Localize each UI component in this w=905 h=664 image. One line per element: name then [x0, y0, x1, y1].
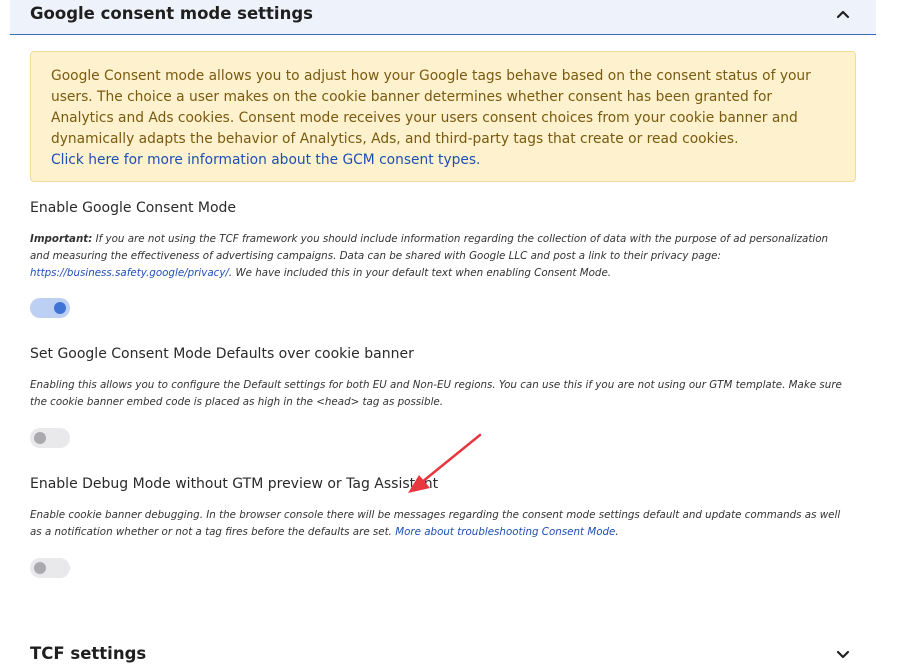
toggle-knob	[54, 302, 66, 314]
enable-consent-mode-title: Enable Google Consent Mode	[30, 200, 237, 216]
important-label: Important:	[30, 233, 93, 245]
enable-consent-mode-toggle[interactable]	[30, 298, 70, 318]
consent-mode-section-header[interactable]: Google consent mode settings	[10, 0, 876, 35]
gcm-consent-types-link[interactable]: Click here for more information about th…	[51, 152, 480, 168]
consent-defaults-toggle[interactable]	[30, 428, 70, 448]
debug-mode-title: Enable Debug Mode without GTM preview or…	[30, 476, 439, 492]
info-text: Google Consent mode allows you to adjust…	[51, 68, 811, 147]
google-privacy-link[interactable]: https://business.safety.google/privacy/	[30, 267, 229, 279]
chevron-up-icon[interactable]	[834, 5, 852, 23]
enable-consent-mode-description: Important: If you are not using the TCF …	[30, 233, 829, 279]
chevron-down-icon[interactable]	[834, 646, 852, 664]
tcf-settings-title[interactable]: TCF settings	[30, 644, 146, 663]
section-title: Google consent mode settings	[30, 4, 313, 23]
debug-mode-toggle[interactable]	[30, 558, 70, 578]
troubleshooting-consent-mode-link[interactable]: More about troubleshooting Consent Mode	[395, 526, 615, 538]
debug-mode-description: Enable cookie banner debugging. In the b…	[30, 509, 841, 538]
consent-defaults-description: Enabling this allows you to configure th…	[30, 379, 842, 408]
toggle-knob	[34, 562, 46, 574]
toggle-knob	[34, 432, 46, 444]
annotation-arrow-icon	[408, 433, 482, 493]
consent-mode-info-box: Google Consent mode allows you to adjust…	[30, 51, 856, 182]
consent-defaults-title: Set Google Consent Mode Defaults over co…	[30, 346, 414, 362]
